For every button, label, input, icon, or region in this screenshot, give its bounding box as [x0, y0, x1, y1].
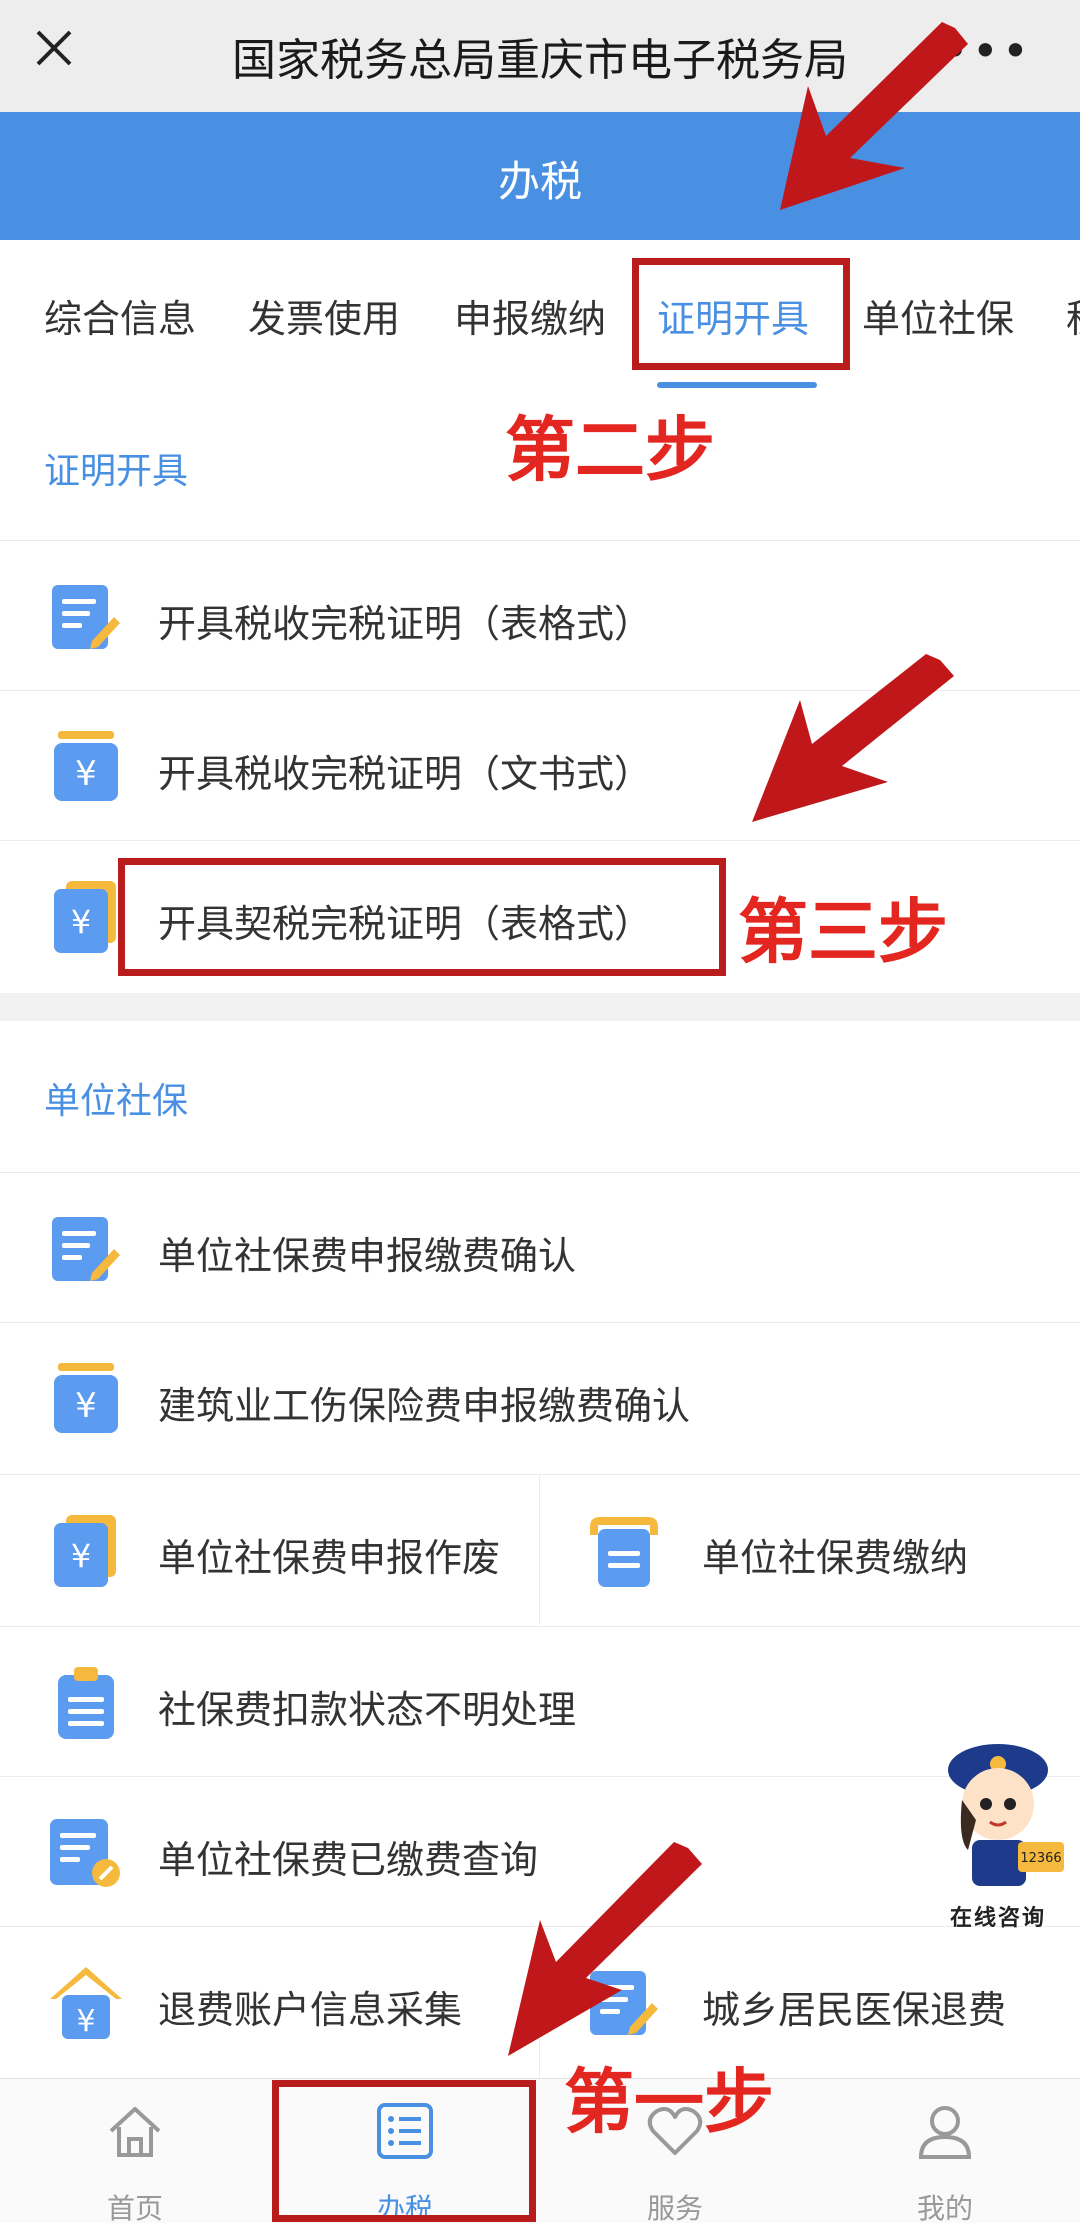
annotation-step-1: 第一步	[564, 2061, 774, 2143]
arrow-icon	[508, 1842, 702, 2056]
annotation-step-3: 第三步	[738, 891, 948, 973]
annotation-arrows	[508, 22, 968, 2056]
annotation-step-2: 第二步	[505, 409, 715, 491]
arrow-icon	[780, 22, 968, 210]
arrow-icon	[752, 654, 954, 822]
